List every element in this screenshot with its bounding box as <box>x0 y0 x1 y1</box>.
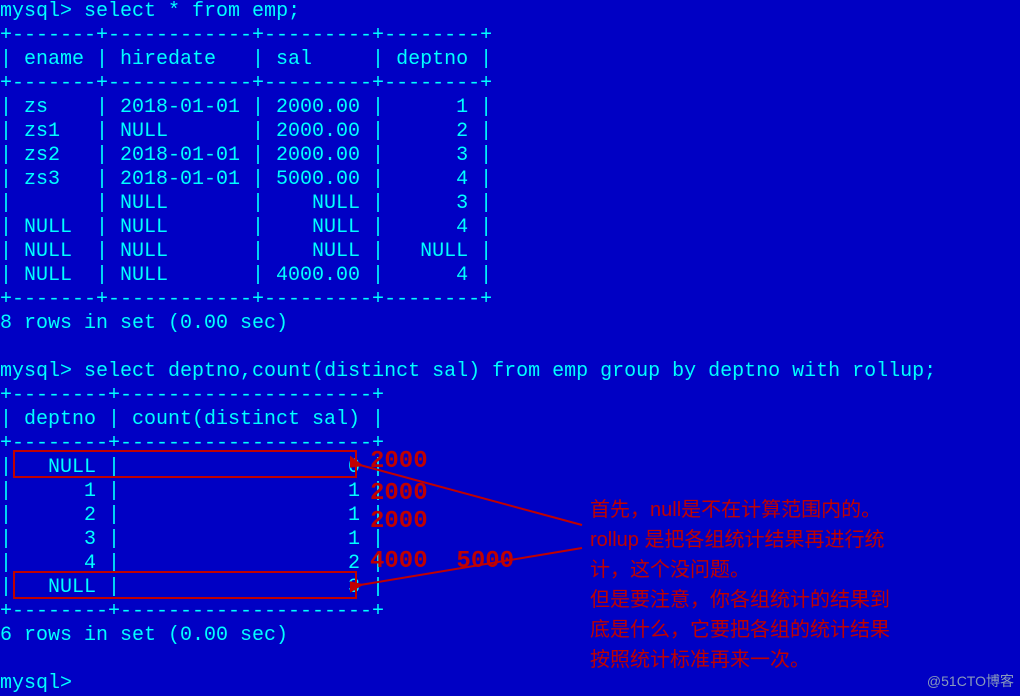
explanation-line: 计，这个没问题。 <box>590 555 1010 585</box>
sql-query-1: select * from emp; <box>84 0 300 23</box>
note-value-row4: 4000 5000 <box>370 550 514 574</box>
table-row: | 1 | 1 | <box>0 480 384 503</box>
table-row: | zs1 | NULL | 2000.00 | 2 | <box>0 120 492 143</box>
highlight-box-null-top <box>13 450 357 478</box>
table-border: +--------+---------------------+ <box>0 384 384 407</box>
table-border: +-------+------------+---------+--------… <box>0 72 492 95</box>
explanation-line: rollup 是把各组统计结果再进行统 <box>590 525 1010 555</box>
table-row: | zs | 2018-01-01 | 2000.00 | 1 | <box>0 96 492 119</box>
note-value-row2: 2000 <box>370 510 428 534</box>
table-border: +-------+------------+---------+--------… <box>0 288 492 311</box>
note-value-row0: 2000 <box>370 450 428 474</box>
explanation-line: 首先，null是不在计算范围内的。 <box>590 495 1010 525</box>
table-row: | zs2 | 2018-01-01 | 2000.00 | 3 | <box>0 144 492 167</box>
status-text: 6 rows in set (0.00 sec) <box>0 624 288 647</box>
prompt[interactable]: mysql> <box>0 672 72 695</box>
explanation-line: 底是什么，它要把各组的统计结果 <box>590 615 1010 645</box>
table-row: | 3 | 1 | <box>0 528 384 551</box>
table-row: | NULL | NULL | 4000.00 | 4 | <box>0 264 492 287</box>
watermark: @51CTO博客 <box>927 669 1014 693</box>
explanation-text: 首先，null是不在计算范围内的。 rollup 是把各组统计结果再进行统 计，… <box>590 495 1010 675</box>
table-border: +--------+---------------------+ <box>0 600 384 623</box>
table-row: | zs3 | 2018-01-01 | 5000.00 | 4 | <box>0 168 492 191</box>
explanation-line: 但是要注意，你各组统计的结果到 <box>590 585 1010 615</box>
sql-query-2: select deptno,count(distinct sal) from e… <box>84 360 936 383</box>
table-row: | | NULL | NULL | 3 | <box>0 192 492 215</box>
table-row: | 2 | 1 | <box>0 504 384 527</box>
table-header: | ename | hiredate | sal | deptno | <box>0 48 492 71</box>
note-value-row1: 2000 <box>370 482 428 506</box>
highlight-box-null-bottom <box>13 571 357 599</box>
table-border: +-------+------------+---------+--------… <box>0 24 492 47</box>
table-row: | NULL | NULL | NULL | 4 | <box>0 216 492 239</box>
table-row: | NULL | NULL | NULL | NULL | <box>0 240 492 263</box>
status-text: 8 rows in set (0.00 sec) <box>0 312 288 335</box>
prompt: mysql> <box>0 360 72 383</box>
prompt: mysql> <box>0 0 72 23</box>
table-header: | deptno | count(distinct sal) | <box>0 408 384 431</box>
